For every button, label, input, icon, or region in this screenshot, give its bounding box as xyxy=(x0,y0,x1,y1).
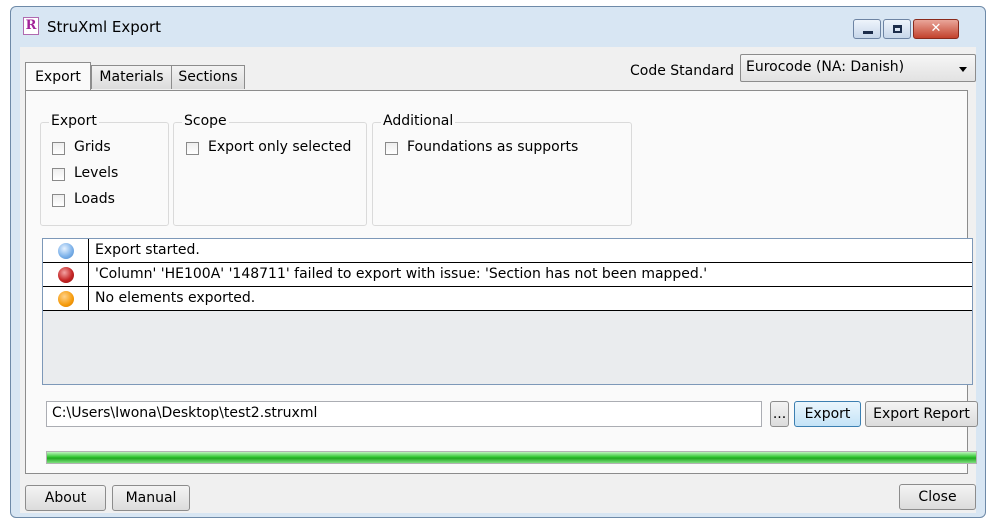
chevron-down-icon xyxy=(959,67,967,72)
levels-label: Levels xyxy=(74,165,119,181)
export-window: R StruXml Export ✕ Export Materials Sect… xyxy=(10,6,986,518)
app-icon: R xyxy=(23,17,39,35)
export-only-selected-checkbox[interactable] xyxy=(186,142,199,155)
scope-group-title: Scope xyxy=(182,113,229,129)
grids-label: Grids xyxy=(74,139,111,155)
file-path-value: C:\Users\Iwona\Desktop\test2.struxml xyxy=(52,405,318,421)
additional-group-title: Additional xyxy=(381,113,456,129)
additional-group: Additional Foundations as supports xyxy=(372,113,632,226)
window-title: StruXml Export xyxy=(47,18,162,36)
title-bar[interactable]: R StruXml Export ✕ xyxy=(11,7,985,47)
log-status-cell xyxy=(43,287,89,310)
code-standard-label: Code Standard xyxy=(630,63,734,79)
client-area: Export Materials Sections Code Standard … xyxy=(20,47,978,513)
export-report-button[interactable]: Export Report xyxy=(865,401,978,427)
grids-checkbox[interactable] xyxy=(52,142,65,155)
maximize-icon xyxy=(893,25,902,33)
tab-materials[interactable]: Materials xyxy=(91,65,172,89)
export-group-title: Export xyxy=(49,113,99,129)
log-entry[interactable]: Export started. xyxy=(43,239,972,263)
close-icon: ✕ xyxy=(930,21,942,36)
log-entry[interactable]: No elements exported. xyxy=(43,287,972,311)
code-standard-value: Eurocode (NA: Danish) xyxy=(746,59,905,75)
manual-button[interactable]: Manual xyxy=(112,485,190,511)
scope-group: Scope Export only selected xyxy=(173,113,367,226)
log-list[interactable]: Export started. 'Column' 'HE100A' '14871… xyxy=(42,238,973,385)
log-message: 'Column' 'HE100A' '148711' failed to exp… xyxy=(95,266,708,282)
about-button[interactable]: About xyxy=(25,485,106,511)
code-standard-select[interactable]: Eurocode (NA: Danish) xyxy=(740,54,976,82)
warning-icon xyxy=(58,291,74,307)
export-progress-bar xyxy=(46,451,977,464)
log-message: Export started. xyxy=(95,242,200,258)
loads-label: Loads xyxy=(74,191,115,207)
loads-checkbox[interactable] xyxy=(52,194,65,207)
levels-checkbox[interactable] xyxy=(52,168,65,181)
foundations-as-supports-checkbox[interactable] xyxy=(385,142,398,155)
log-status-cell xyxy=(43,263,89,286)
export-button[interactable]: Export xyxy=(794,401,861,427)
info-icon xyxy=(58,243,74,259)
close-window-button[interactable]: ✕ xyxy=(913,19,959,39)
browse-button[interactable]: ... xyxy=(770,401,789,427)
foundations-as-supports-label: Foundations as supports xyxy=(407,139,579,155)
progress-fill xyxy=(47,452,976,463)
tab-sections[interactable]: Sections xyxy=(171,65,245,89)
export-only-selected-label: Export only selected xyxy=(208,139,352,155)
minimize-button[interactable] xyxy=(853,19,881,39)
export-tab-panel: Export Grids Levels Loads Scope Export o… xyxy=(25,90,978,474)
minimize-icon xyxy=(863,31,873,34)
export-group: Export Grids Levels Loads xyxy=(40,113,169,226)
maximize-button[interactable] xyxy=(883,19,911,39)
close-button[interactable]: Close xyxy=(899,484,976,510)
log-status-cell xyxy=(43,239,89,262)
error-icon xyxy=(58,267,74,283)
log-message: No elements exported. xyxy=(95,290,256,306)
file-path-input[interactable]: C:\Users\Iwona\Desktop\test2.struxml xyxy=(46,401,762,427)
tab-export[interactable]: Export xyxy=(25,62,91,90)
log-entry[interactable]: 'Column' 'HE100A' '148711' failed to exp… xyxy=(43,263,972,287)
